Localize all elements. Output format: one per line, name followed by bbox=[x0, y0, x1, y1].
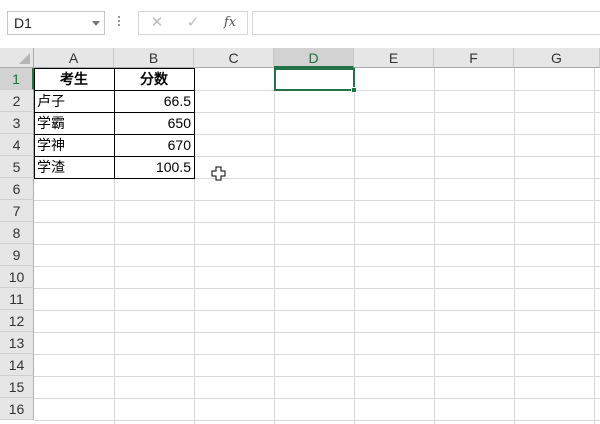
cell-a5[interactable]: 学渣 bbox=[34, 156, 114, 178]
table-border bbox=[114, 68, 115, 179]
table-border bbox=[34, 90, 195, 91]
cell-b3[interactable]: 650 bbox=[114, 112, 194, 134]
row-header-6[interactable]: 6 bbox=[0, 178, 34, 200]
gridline bbox=[34, 310, 600, 311]
column-header-b[interactable]: B bbox=[114, 48, 194, 68]
cell-b4[interactable]: 670 bbox=[114, 134, 194, 156]
cell-b1[interactable]: 分数 bbox=[114, 68, 194, 90]
gridline bbox=[514, 68, 515, 424]
row-header-7[interactable]: 7 bbox=[0, 200, 34, 222]
column-header-c[interactable]: C bbox=[194, 48, 274, 68]
gridline bbox=[594, 68, 595, 424]
table-border bbox=[34, 134, 195, 135]
row-header-15[interactable]: 15 bbox=[0, 376, 34, 398]
gridline bbox=[34, 266, 600, 267]
worksheet-grid[interactable]: A B C D E F G 1 2 3 4 5 6 7 8 9 10 11 12… bbox=[0, 48, 600, 424]
gridline bbox=[34, 222, 600, 223]
gridline bbox=[34, 354, 600, 355]
active-cell-d1[interactable] bbox=[274, 68, 355, 91]
column-header-a[interactable]: A bbox=[34, 48, 114, 68]
name-box[interactable]: D1 bbox=[7, 11, 105, 35]
row-header-3[interactable]: 3 bbox=[0, 112, 34, 134]
row-header-9[interactable]: 9 bbox=[0, 244, 34, 266]
gridline bbox=[34, 244, 600, 245]
column-header-g[interactable]: G bbox=[514, 48, 600, 68]
chevron-down-icon[interactable] bbox=[92, 21, 100, 26]
row-header-8[interactable]: 8 bbox=[0, 222, 34, 244]
row-header-11[interactable]: 11 bbox=[0, 288, 34, 310]
column-header-e[interactable]: E bbox=[354, 48, 434, 68]
gridline bbox=[34, 420, 600, 421]
cell-a2[interactable]: 卢子 bbox=[34, 90, 114, 112]
row-header-16[interactable]: 16 bbox=[0, 398, 34, 420]
row-header-10[interactable]: 10 bbox=[0, 266, 34, 288]
select-all-icon bbox=[19, 53, 30, 64]
fill-handle[interactable] bbox=[351, 87, 357, 93]
row-header-12[interactable]: 12 bbox=[0, 310, 34, 332]
gridline bbox=[354, 68, 355, 424]
table-border bbox=[34, 156, 195, 157]
enter-icon[interactable]: ✓ bbox=[181, 12, 205, 34]
column-header-d[interactable]: D bbox=[274, 48, 354, 68]
row-header-4[interactable]: 4 bbox=[0, 134, 34, 156]
row-header-5[interactable]: 5 bbox=[0, 156, 34, 178]
cell-a3[interactable]: 学霸 bbox=[34, 112, 114, 134]
gridline bbox=[34, 332, 600, 333]
select-all-button[interactable] bbox=[0, 48, 34, 68]
cancel-icon[interactable]: ✕ bbox=[145, 12, 169, 34]
gridline bbox=[34, 376, 600, 377]
formula-bar: D1 ✕ ✓ fx bbox=[0, 0, 600, 47]
drag-handle-icon[interactable] bbox=[118, 14, 121, 30]
gridline bbox=[434, 68, 435, 424]
row-header-14[interactable]: 14 bbox=[0, 354, 34, 376]
table-border bbox=[34, 112, 195, 113]
row-header-2[interactable]: 2 bbox=[0, 90, 34, 112]
gridline bbox=[34, 288, 600, 289]
column-header-f[interactable]: F bbox=[434, 48, 514, 68]
cell-a4[interactable]: 学神 bbox=[34, 134, 114, 156]
formula-input[interactable] bbox=[252, 11, 600, 35]
gridline bbox=[34, 200, 600, 201]
row-header-1[interactable]: 1 bbox=[0, 68, 34, 90]
gridline bbox=[194, 68, 195, 424]
cross-cursor-icon bbox=[211, 166, 226, 181]
gridline bbox=[34, 398, 600, 399]
cell-b5[interactable]: 100.5 bbox=[114, 156, 194, 178]
cell-a1[interactable]: 考生 bbox=[34, 68, 114, 90]
name-box-value: D1 bbox=[14, 15, 32, 31]
row-header-13[interactable]: 13 bbox=[0, 332, 34, 354]
gridline bbox=[274, 68, 275, 424]
cell-b2[interactable]: 66.5 bbox=[114, 90, 194, 112]
gridline bbox=[34, 178, 600, 179]
insert-function-icon[interactable]: fx bbox=[218, 12, 242, 34]
formula-buttons: ✕ ✓ fx bbox=[138, 11, 248, 35]
